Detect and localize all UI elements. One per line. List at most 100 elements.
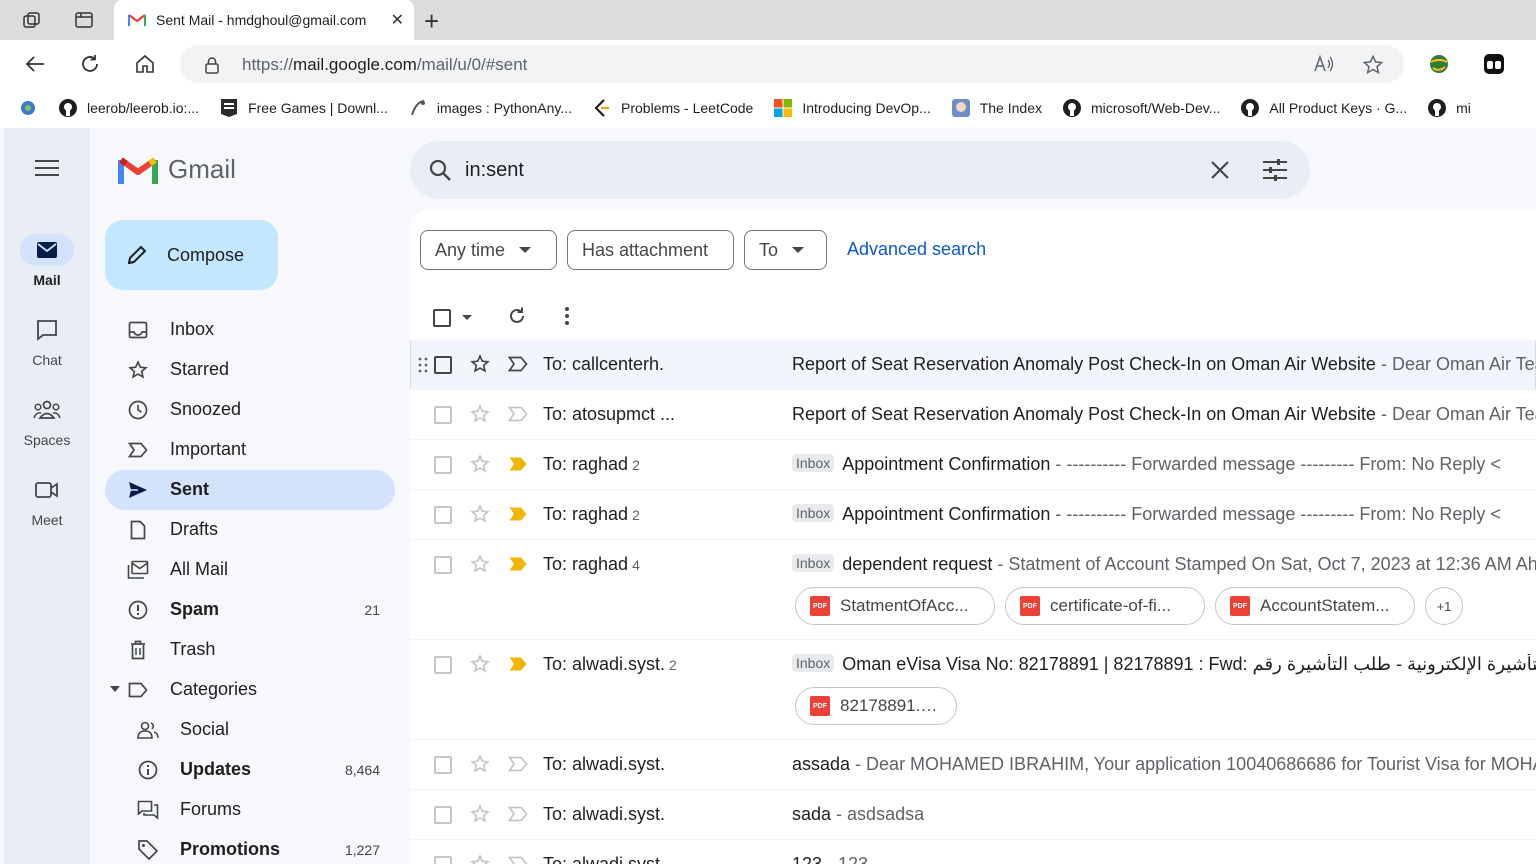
nav-item-spam[interactable]: Spam 21 bbox=[105, 590, 395, 630]
address-bar[interactable]: https://mail.google.com/mail/u/0/#sent bbox=[180, 45, 1404, 83]
email-row[interactable]: To: atosupmct ... Report of Seat Reserva… bbox=[410, 390, 1536, 440]
email-row[interactable]: To: alwadi.syst. assada - Dear MOHAMED I… bbox=[410, 740, 1536, 790]
important-marker-icon[interactable] bbox=[508, 506, 528, 527]
inbox-label-badge[interactable]: Inbox bbox=[792, 654, 835, 672]
nav-item-updates[interactable]: Updates 8,464 bbox=[105, 750, 395, 790]
clear-search-icon[interactable] bbox=[1208, 158, 1232, 187]
nav-item-trash[interactable]: Trash bbox=[105, 630, 395, 670]
nav-item-forums[interactable]: Forums bbox=[105, 790, 395, 830]
email-row[interactable]: To: alwadi.syst. sada - asdsadsa bbox=[410, 790, 1536, 840]
important-marker-icon[interactable] bbox=[508, 556, 528, 577]
extension-globe-icon[interactable] bbox=[1426, 51, 1452, 77]
more-options-icon[interactable] bbox=[564, 306, 570, 331]
inbox-label-badge[interactable]: Inbox bbox=[792, 504, 835, 522]
search-bar[interactable] bbox=[410, 141, 1310, 199]
bookmark-item[interactable]: microsoft/Web-Dev... bbox=[1062, 98, 1220, 118]
email-row[interactable]: To: alwadi.syst. 2 Inbox Oman eVisa Visa N… bbox=[410, 640, 1536, 740]
bookmark-item[interactable]: The Index bbox=[951, 98, 1042, 118]
important-marker-icon[interactable] bbox=[508, 456, 528, 477]
new-tab-icon[interactable]: + bbox=[424, 6, 439, 37]
important-marker-icon[interactable] bbox=[507, 806, 528, 827]
important-marker-icon[interactable] bbox=[507, 856, 528, 864]
nav-item-sent[interactable]: Sent bbox=[105, 470, 395, 510]
nav-item-inbox[interactable]: Inbox bbox=[105, 310, 395, 350]
workspaces-icon[interactable] bbox=[20, 8, 44, 32]
nav-item-drafts[interactable]: Drafts bbox=[105, 510, 395, 550]
select-all-checkbox[interactable] bbox=[433, 309, 451, 327]
more-attachments-chip[interactable]: +1 bbox=[1425, 587, 1463, 625]
bookmark-item[interactable]: Problems - LeetCode bbox=[592, 98, 753, 118]
nav-item-categories[interactable]: Categories bbox=[105, 670, 395, 710]
row-checkbox[interactable] bbox=[434, 556, 452, 574]
refresh-icon[interactable] bbox=[507, 306, 527, 331]
star-icon[interactable] bbox=[470, 404, 490, 429]
email-row[interactable]: To: alwadi.syst. 123 - 123 bbox=[410, 840, 1536, 864]
search-icon[interactable] bbox=[428, 158, 452, 187]
bookmark-item[interactable]: images : PythonAny... bbox=[408, 98, 572, 118]
gmail-logo[interactable]: Gmail bbox=[118, 154, 236, 185]
important-marker-icon[interactable] bbox=[508, 656, 528, 677]
close-tab-icon[interactable]: ✕ bbox=[391, 10, 404, 30]
email-row[interactable]: To: raghad 4 Inbox dependent request - Sta… bbox=[410, 540, 1536, 640]
nav-item-promotions[interactable]: Promotions 1,227 bbox=[105, 830, 395, 864]
bookmark-item[interactable]: leerob/leerob.io:... bbox=[58, 98, 199, 118]
nav-item-important[interactable]: Important bbox=[105, 430, 395, 470]
select-dropdown-icon[interactable] bbox=[462, 315, 472, 320]
search-input[interactable] bbox=[465, 156, 1165, 184]
row-checkbox[interactable] bbox=[434, 356, 452, 374]
bookmark-item[interactable]: mi bbox=[1427, 98, 1471, 118]
nav-item-all-mail[interactable]: All Mail bbox=[105, 550, 395, 590]
star-icon[interactable] bbox=[470, 804, 490, 829]
star-icon[interactable] bbox=[470, 454, 490, 479]
rail-item-mail[interactable]: Mail bbox=[4, 234, 90, 288]
attachment-chip[interactable]: PDF AccountStatem... bbox=[1215, 587, 1415, 625]
email-row[interactable]: To: raghad 2 Inbox Appointment Confirmatio… bbox=[410, 440, 1536, 490]
star-icon[interactable] bbox=[470, 654, 490, 679]
row-checkbox[interactable] bbox=[434, 506, 452, 524]
email-row[interactable]: To: callcenterh. Report of Seat Reservat… bbox=[410, 340, 1536, 390]
nav-item-snoozed[interactable]: Snoozed bbox=[105, 390, 395, 430]
star-icon[interactable] bbox=[470, 854, 490, 864]
search-options-icon[interactable] bbox=[1262, 158, 1288, 187]
row-checkbox[interactable] bbox=[434, 406, 452, 424]
to-filter[interactable]: To bbox=[744, 230, 827, 270]
extension-icon[interactable] bbox=[1481, 51, 1507, 77]
star-icon[interactable] bbox=[470, 554, 490, 579]
drag-handle-icon[interactable] bbox=[418, 357, 428, 378]
back-icon[interactable] bbox=[22, 51, 48, 77]
bookmark-item[interactable]: All Product Keys · G... bbox=[1240, 98, 1407, 118]
lock-icon[interactable] bbox=[204, 56, 220, 79]
expand-caret-icon[interactable] bbox=[110, 686, 120, 692]
main-menu-icon[interactable] bbox=[34, 158, 60, 183]
row-checkbox[interactable] bbox=[434, 756, 452, 774]
important-marker-icon[interactable] bbox=[507, 756, 528, 777]
rail-item-spaces[interactable]: Spaces bbox=[4, 394, 90, 448]
inbox-label-badge[interactable]: Inbox bbox=[792, 554, 835, 572]
read-aloud-icon[interactable] bbox=[1313, 54, 1335, 79]
row-checkbox[interactable] bbox=[434, 856, 452, 864]
attachment-chip[interactable]: PDF 82178891.pdf bbox=[795, 687, 957, 725]
nav-item-social[interactable]: Social bbox=[105, 710, 395, 750]
bookmark-app-icon[interactable] bbox=[18, 98, 38, 118]
important-marker-icon[interactable] bbox=[507, 406, 528, 427]
bookmark-item[interactable]: Free Games | Downl... bbox=[219, 98, 388, 118]
has-attachment-filter[interactable]: Has attachment bbox=[567, 230, 734, 270]
row-checkbox[interactable] bbox=[434, 456, 452, 474]
important-marker-icon[interactable] bbox=[507, 356, 528, 377]
star-icon[interactable] bbox=[470, 754, 490, 779]
nav-item-starred[interactable]: Starred bbox=[105, 350, 395, 390]
bookmark-item[interactable]: Introducing DevOp... bbox=[773, 98, 931, 118]
tab-actions-icon[interactable] bbox=[72, 8, 96, 32]
advanced-search-link[interactable]: Advanced search bbox=[847, 239, 986, 260]
url-text[interactable]: https://mail.google.com/mail/u/0/#sent bbox=[242, 55, 527, 75]
star-icon[interactable] bbox=[470, 354, 490, 379]
reload-icon[interactable] bbox=[77, 51, 103, 77]
star-icon[interactable] bbox=[470, 504, 490, 529]
favorite-star-icon[interactable] bbox=[1362, 54, 1384, 81]
home-icon[interactable] bbox=[132, 51, 158, 77]
inbox-label-badge[interactable]: Inbox bbox=[792, 454, 835, 472]
rail-item-meet[interactable]: Meet bbox=[4, 474, 90, 528]
attachment-chip[interactable]: PDF StatmentOfAcc... bbox=[795, 587, 995, 625]
row-checkbox[interactable] bbox=[434, 656, 452, 674]
row-checkbox[interactable] bbox=[434, 806, 452, 824]
